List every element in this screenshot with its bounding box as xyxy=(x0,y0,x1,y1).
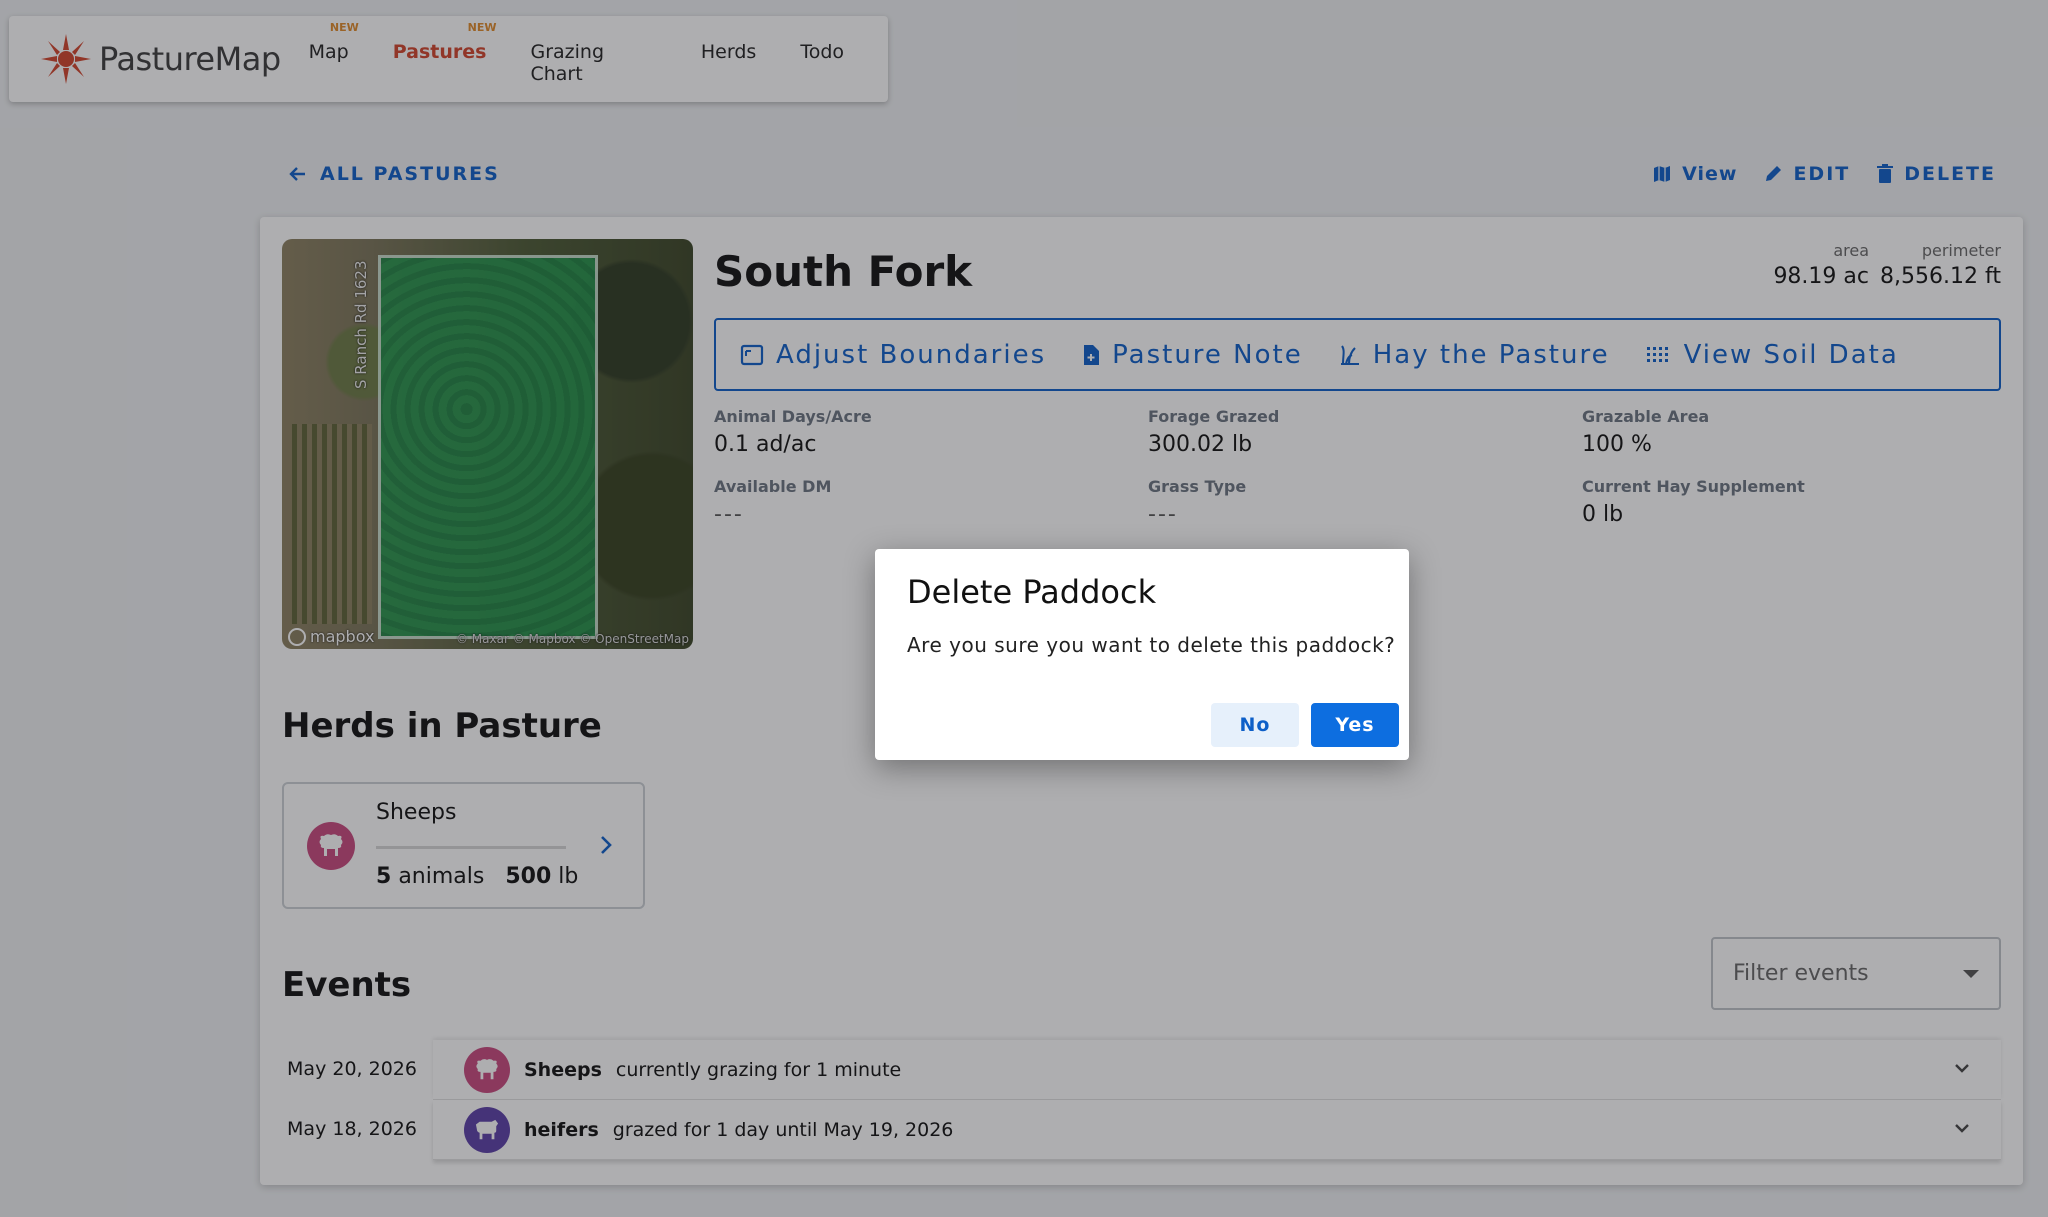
delete-paddock-dialog: Delete Paddock Are you sure you want to … xyxy=(875,549,1409,760)
no-button[interactable]: No xyxy=(1211,703,1299,747)
yes-button[interactable]: Yes xyxy=(1311,703,1399,747)
dialog-title: Delete Paddock xyxy=(907,573,1157,611)
dialog-message: Are you sure you want to delete this pad… xyxy=(907,633,1396,657)
